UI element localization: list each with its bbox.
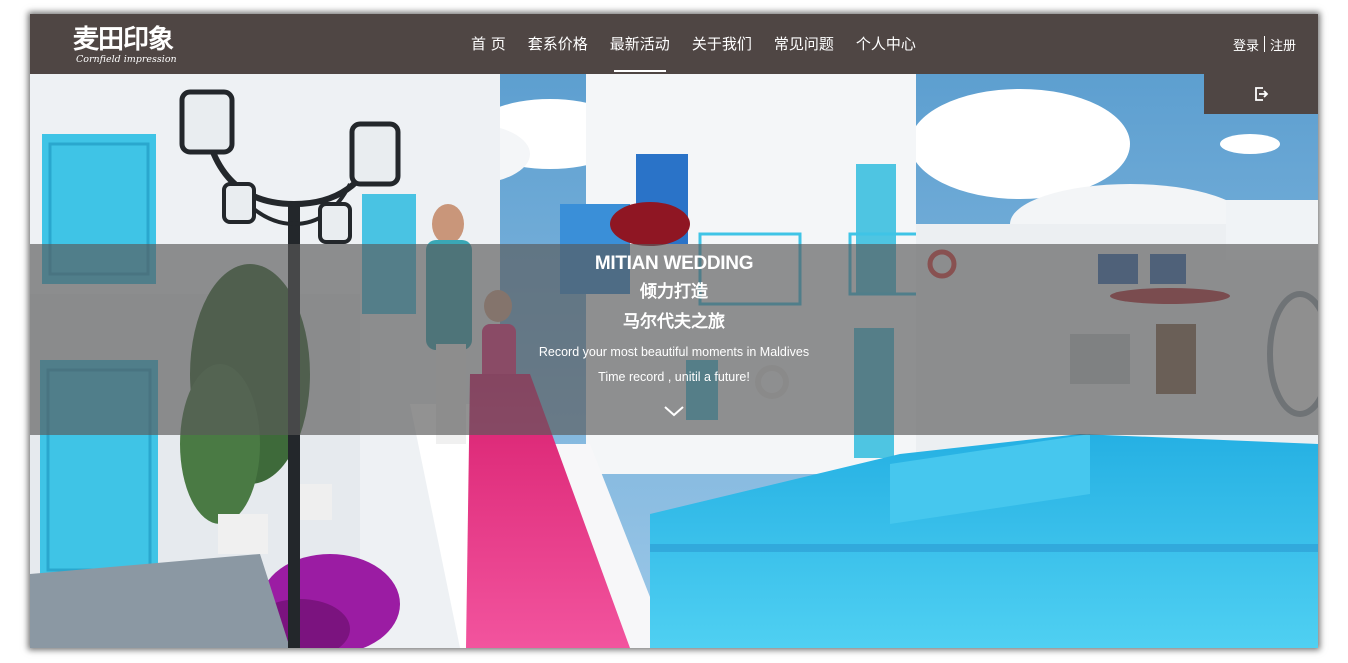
nav-item-about[interactable]: 关于我们 [681, 14, 763, 74]
hero-subtitle-line-2: 马尔代夫之旅 [623, 312, 725, 332]
auth-links: 登录 注册 [1233, 14, 1296, 74]
nav-item-personal-center[interactable]: 个人中心 [845, 14, 927, 74]
hero-tagline-1: Record your most beautiful moments in Ma… [538, 345, 810, 359]
logo-main-text: 麦田印象 [73, 25, 174, 55]
nav-item-home[interactable]: 首 页 [460, 14, 517, 74]
hero-subtitle-line-1: 倾力打造 [640, 282, 708, 302]
browser-frame: 麦田印象 Cornfield impression 首 页 套系价格 最新活动 … [30, 14, 1318, 648]
chevron-down-icon[interactable] [663, 404, 685, 418]
hero-tagline-2: Time record , unitil a future! [598, 370, 750, 384]
site-logo[interactable]: 麦田印象 Cornfield impression [73, 25, 177, 65]
nav-item-packages[interactable]: 套系价格 [517, 14, 599, 74]
register-link[interactable]: 注册 [1270, 35, 1296, 54]
site-header: 麦田印象 Cornfield impression 首 页 套系价格 最新活动 … [30, 14, 1318, 74]
exit-icon [1255, 87, 1269, 101]
nav-item-faq[interactable]: 常见问题 [763, 14, 845, 74]
auth-divider [1263, 36, 1265, 52]
main-nav: 首 页 套系价格 最新活动 关于我们 常见问题 个人中心 [460, 14, 927, 74]
login-link[interactable]: 登录 [1233, 35, 1259, 54]
nav-item-activities[interactable]: 最新活动 [599, 14, 681, 74]
hero-caption-overlay: MITIAN WEDDING 倾力打造 马尔代夫之旅 Record your m… [30, 244, 1318, 435]
exit-button[interactable] [1204, 74, 1318, 114]
hero-title: MITIAN WEDDING [594, 253, 754, 274]
logo-subtitle: Cornfield impression [76, 54, 177, 65]
